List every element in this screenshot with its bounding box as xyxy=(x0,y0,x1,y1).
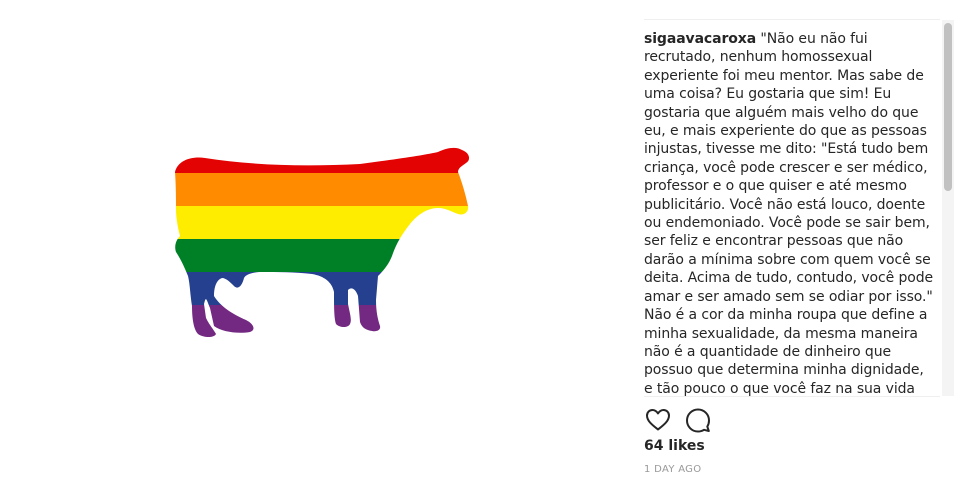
caption-scrollbar-thumb[interactable] xyxy=(944,23,952,191)
caption-scroll-area[interactable]: sigaavacaroxa "Não eu não fui recrutado,… xyxy=(644,30,936,396)
like-button[interactable] xyxy=(644,406,672,434)
rainbow-cow-illustration xyxy=(175,147,470,337)
post-caption: sigaavacaroxa "Não eu não fui recrutado,… xyxy=(644,30,936,396)
stripe-blue xyxy=(175,272,470,305)
stripe-green xyxy=(175,239,470,272)
divider-top xyxy=(644,19,940,20)
cow-silhouette xyxy=(175,147,470,337)
divider-bottom xyxy=(644,396,940,397)
instagram-post: sigaavacaroxa "Não eu não fui recrutado,… xyxy=(0,0,980,480)
comment-button[interactable] xyxy=(684,406,712,434)
comment-bubble-icon xyxy=(686,408,710,433)
likes-count[interactable]: 64 likes xyxy=(644,438,705,454)
caption-text: "Não eu não fui recrutado, nenhum homoss… xyxy=(644,31,934,396)
stripe-purple xyxy=(175,305,470,337)
post-timestamp[interactable]: 1 DAY AGO xyxy=(644,464,701,475)
stripe-yellow xyxy=(175,206,470,239)
post-image xyxy=(0,0,636,480)
heart-icon xyxy=(646,409,670,431)
stripe-orange xyxy=(175,173,470,206)
caption-scrollbar[interactable] xyxy=(942,20,954,396)
stripe-red xyxy=(175,147,470,173)
caption-username[interactable]: sigaavacaroxa xyxy=(644,31,756,47)
post-sidebar: sigaavacaroxa "Não eu não fui recrutado,… xyxy=(636,0,980,480)
action-bar xyxy=(644,405,724,435)
